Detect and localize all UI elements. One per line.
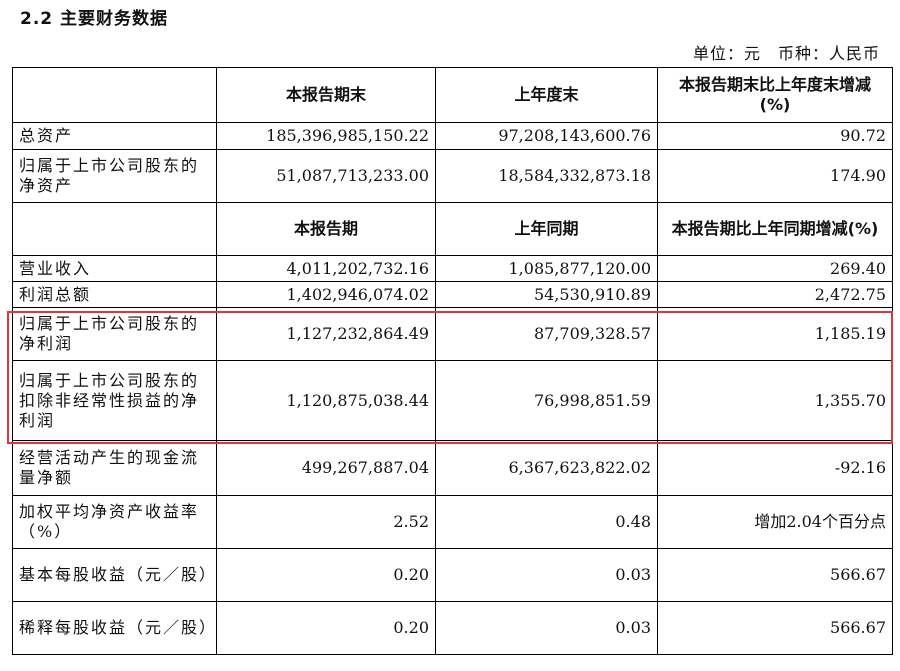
financial-data-table: 本报告期末 上年度末 本报告期末比上年度末增减(%) 总资产 185,396,9… (12, 67, 893, 655)
table-row: 基本每股收益（元／股） 0.20 0.03 566.67 (12, 548, 893, 602)
value-change: 566.67 (657, 548, 893, 602)
value-prior: 0.03 (435, 548, 658, 602)
table-row: 营业收入 4,011,202,732.16 1,085,877,120.00 2… (12, 255, 893, 282)
value-change: 90.72 (657, 122, 893, 150)
value-change: 566.67 (657, 601, 893, 655)
value-prior: 97,208,143,600.76 (435, 122, 658, 150)
value-current: 0.20 (216, 548, 436, 602)
row-label: 归属于上市公司股东的净利润 (12, 307, 217, 361)
row-label: 归属于上市公司股东的扣除非经常性损益的净利润 (12, 360, 217, 441)
row-label: 稀释每股收益（元／股） (12, 601, 217, 655)
header-cell-change-pct: 本报告期比上年同期增减(%) (657, 202, 893, 256)
value-prior: 1,085,877,120.00 (435, 255, 658, 282)
header-cell-current-period-end: 本报告期末 (216, 67, 436, 123)
value-current: 499,267,887.04 (216, 440, 436, 496)
value-prior: 76,998,851.59 (435, 360, 658, 441)
value-prior: 0.03 (435, 601, 658, 655)
unit-currency-note: 单位：元 币种：人民币 (692, 44, 880, 63)
header-cell-current-period: 本报告期 (216, 202, 436, 256)
table-row: 归属于上市公司股东的净资产 51,087,713,233.00 18,584,3… (12, 149, 893, 203)
row-label: 基本每股收益（元／股） (12, 548, 217, 602)
table-row: 利润总额 1,402,946,074.02 54,530,910.89 2,47… (12, 281, 893, 308)
header-cell-empty (12, 202, 217, 256)
value-current: 1,402,946,074.02 (216, 281, 436, 308)
row-label: 加权平均净资产收益率（%） (12, 495, 217, 549)
value-current: 4,011,202,732.16 (216, 255, 436, 282)
value-change: 1,185.19 (657, 307, 893, 361)
value-change: 174.90 (657, 149, 893, 203)
table-row: 经营活动产生的现金流量净额 499,267,887.04 6,367,623,8… (12, 440, 893, 496)
table-row: 加权平均净资产收益率（%） 2.52 0.48 增加2.04个百分点 (12, 495, 893, 549)
value-current: 51,087,713,233.00 (216, 149, 436, 203)
table-header-row: 本报告期末 上年度末 本报告期末比上年度末增减(%) (12, 67, 893, 123)
value-change: 1,355.70 (657, 360, 893, 441)
row-label: 利润总额 (12, 281, 217, 308)
value-prior: 54,530,910.89 (435, 281, 658, 308)
table-row: 归属于上市公司股东的扣除非经常性损益的净利润 1,120,875,038.44 … (12, 360, 893, 441)
row-label: 营业收入 (12, 255, 217, 282)
value-change: 269.40 (657, 255, 893, 282)
value-current: 1,127,232,864.49 (216, 307, 436, 361)
value-current: 1,120,875,038.44 (216, 360, 436, 441)
row-label: 经营活动产生的现金流量净额 (12, 440, 217, 496)
value-current: 0.20 (216, 601, 436, 655)
value-change: -92.16 (657, 440, 893, 496)
value-prior: 18,584,332,873.18 (435, 149, 658, 203)
header-cell-change-pct: 本报告期末比上年度末增减(%) (657, 67, 893, 123)
table-row: 总资产 185,396,985,150.22 97,208,143,600.76… (12, 122, 893, 150)
header-cell-prior-year-end: 上年度末 (435, 67, 658, 123)
value-prior: 0.48 (435, 495, 658, 549)
section-title: 2.2 主要财务数据 (20, 9, 169, 29)
header-cell-prior-year-period: 上年同期 (435, 202, 658, 256)
value-change: 2,472.75 (657, 281, 893, 308)
row-label: 总资产 (12, 122, 217, 150)
value-change: 增加2.04个百分点 (657, 495, 893, 549)
table-row: 归属于上市公司股东的净利润 1,127,232,864.49 87,709,32… (12, 307, 893, 361)
value-prior: 6,367,623,822.02 (435, 440, 658, 496)
table-subheader-row: 本报告期 上年同期 本报告期比上年同期增减(%) (12, 202, 893, 256)
table-row: 稀释每股收益（元／股） 0.20 0.03 566.67 (12, 601, 893, 655)
row-label: 归属于上市公司股东的净资产 (12, 149, 217, 203)
header-cell-empty (12, 67, 217, 123)
value-current: 185,396,985,150.22 (216, 122, 436, 150)
value-current: 2.52 (216, 495, 436, 549)
value-prior: 87,709,328.57 (435, 307, 658, 361)
